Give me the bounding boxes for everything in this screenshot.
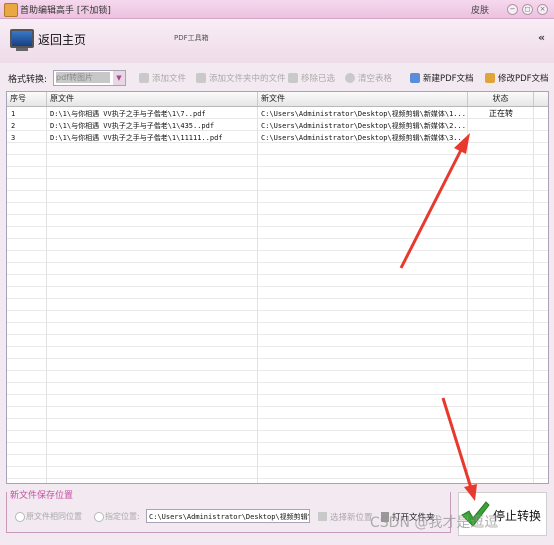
skin-button[interactable]: 皮肤 bbox=[471, 3, 489, 16]
remove-icon bbox=[288, 73, 298, 83]
column-divider bbox=[257, 107, 258, 483]
cell-target: C:\Users\Administrator\Desktop\视频剪辑\新媒体\… bbox=[261, 134, 465, 142]
app-logo-icon bbox=[4, 3, 18, 17]
cell-source: D:\1\与你相遇 VV执子之手与子偕老\1\7..pdf bbox=[50, 110, 206, 118]
column-divider bbox=[533, 107, 534, 483]
collapse-icon[interactable]: « bbox=[538, 31, 545, 44]
cell-target: C:\Users\Administrator\Desktop\视频剪辑\新媒体\… bbox=[261, 122, 465, 130]
cell-target: C:\Users\Administrator\Desktop\视频剪辑\新媒体\… bbox=[261, 110, 465, 118]
maximize-icon[interactable]: ◻ bbox=[522, 4, 533, 15]
cell-no: 2 bbox=[11, 122, 16, 130]
folder-icon bbox=[318, 512, 327, 521]
table-row[interactable]: 1 D:\1\与你相遇 VV执子之手与子偕老\1\7..pdf C:\Users… bbox=[7, 108, 548, 120]
remove-selected-button[interactable]: 移除已选 bbox=[288, 72, 335, 84]
watermark: CSDN @我才是逗逗 bbox=[370, 515, 499, 531]
column-header-status[interactable]: 状态 bbox=[468, 92, 534, 106]
save-location-title: 新文件保存位置 bbox=[9, 488, 75, 501]
cell-no: 1 bbox=[11, 110, 16, 118]
file-table[interactable]: 序号 原文件 新文件 状态 1 D:\1\与你相遇 VV执子之手与子偕老\1\7… bbox=[6, 91, 549, 484]
clear-icon bbox=[345, 73, 355, 83]
window-title: 首助编辑高手 [不加锁] bbox=[20, 6, 111, 16]
cell-no: 3 bbox=[11, 134, 16, 142]
new-document-icon bbox=[410, 73, 420, 83]
radio-same-location[interactable] bbox=[15, 512, 25, 522]
clear-list-button[interactable]: 清空表格 bbox=[345, 72, 392, 84]
cell-source: D:\1\与你相遇 VV执子之手与子偕老\1\11111..pdf bbox=[50, 134, 223, 142]
radio-custom-location[interactable] bbox=[94, 512, 104, 522]
column-divider bbox=[467, 107, 468, 483]
monitor-icon[interactable] bbox=[10, 29, 34, 48]
column-header-no[interactable]: 序号 bbox=[7, 92, 47, 106]
table-row[interactable]: 2 D:\1\与你相遇 VV执子之手与子偕老\1\435..pdf C:\Use… bbox=[7, 120, 548, 132]
column-divider bbox=[46, 107, 47, 483]
cell-source: D:\1\与你相遇 VV执子之手与子偕老\1\435..pdf bbox=[50, 122, 215, 130]
radio-custom-location-label[interactable]: 指定位置: bbox=[105, 511, 140, 522]
column-header-target[interactable]: 新文件 bbox=[258, 92, 468, 106]
table-row[interactable]: 3 D:\1\与你相遇 VV执子之手与子偕老\1\11111..pdf C:\U… bbox=[7, 132, 548, 144]
monitor-stand bbox=[16, 48, 28, 51]
format-label: 格式转换: bbox=[8, 75, 48, 85]
new-pdf-button[interactable]: 新建PDF文档 bbox=[410, 72, 474, 84]
column-header-source[interactable]: 原文件 bbox=[47, 92, 258, 106]
format-value: pdf转图片 bbox=[56, 72, 110, 83]
folder-icon bbox=[196, 73, 206, 83]
add-folder-button[interactable]: 添加文件夹中的文件 bbox=[196, 72, 286, 84]
plus-icon bbox=[139, 73, 149, 83]
save-path-input[interactable]: C:\Users\Administrator\Desktop\视频剪辑\新 bbox=[146, 509, 310, 523]
app-name: PDF工具箱 bbox=[174, 34, 209, 42]
edit-document-icon bbox=[485, 73, 495, 83]
home-button[interactable]: 返回主页 bbox=[38, 31, 86, 48]
format-select[interactable]: pdf转图片 ▼ bbox=[53, 70, 126, 86]
choose-location-button[interactable]: 选择新位置 bbox=[318, 511, 373, 523]
close-icon[interactable]: × bbox=[537, 4, 548, 15]
radio-same-location-label[interactable]: 原文件相同位置 bbox=[26, 511, 82, 522]
table-header: 序号 原文件 新文件 状态 bbox=[7, 92, 548, 107]
stop-convert-label: 停止转换 bbox=[493, 509, 542, 523]
chevron-down-icon[interactable]: ▼ bbox=[113, 71, 125, 85]
table-body: 1 D:\1\与你相遇 VV执子之手与子偕老\1\7..pdf C:\Users… bbox=[7, 107, 548, 483]
cell-status: 正在转 bbox=[489, 109, 513, 118]
edit-pdf-button[interactable]: 修改PDF文档 bbox=[485, 72, 549, 84]
minimize-icon[interactable]: − bbox=[507, 4, 518, 15]
add-file-button[interactable]: 添加文件 bbox=[139, 72, 186, 84]
